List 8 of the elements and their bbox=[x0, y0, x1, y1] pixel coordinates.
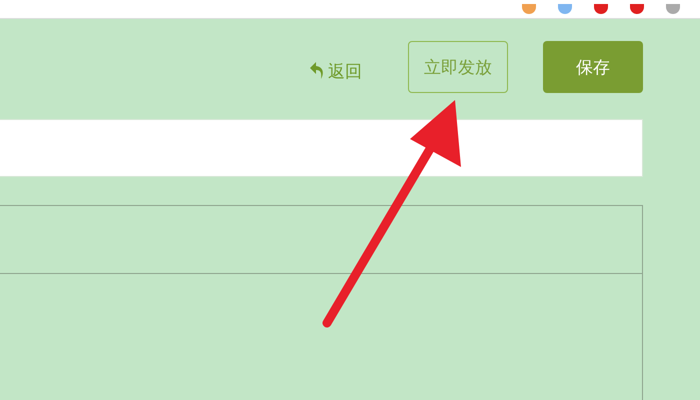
browser-extension-icon[interactable] bbox=[630, 4, 644, 14]
undo-arrow-icon bbox=[310, 61, 324, 81]
publish-button[interactable]: 立即发放 bbox=[408, 41, 508, 93]
browser-extension-icon[interactable] bbox=[594, 4, 608, 14]
back-link[interactable]: 返回 bbox=[310, 60, 362, 82]
save-button[interactable]: 保存 bbox=[543, 41, 643, 93]
input-field[interactable] bbox=[0, 119, 643, 177]
browser-extension-icon[interactable] bbox=[666, 4, 680, 14]
